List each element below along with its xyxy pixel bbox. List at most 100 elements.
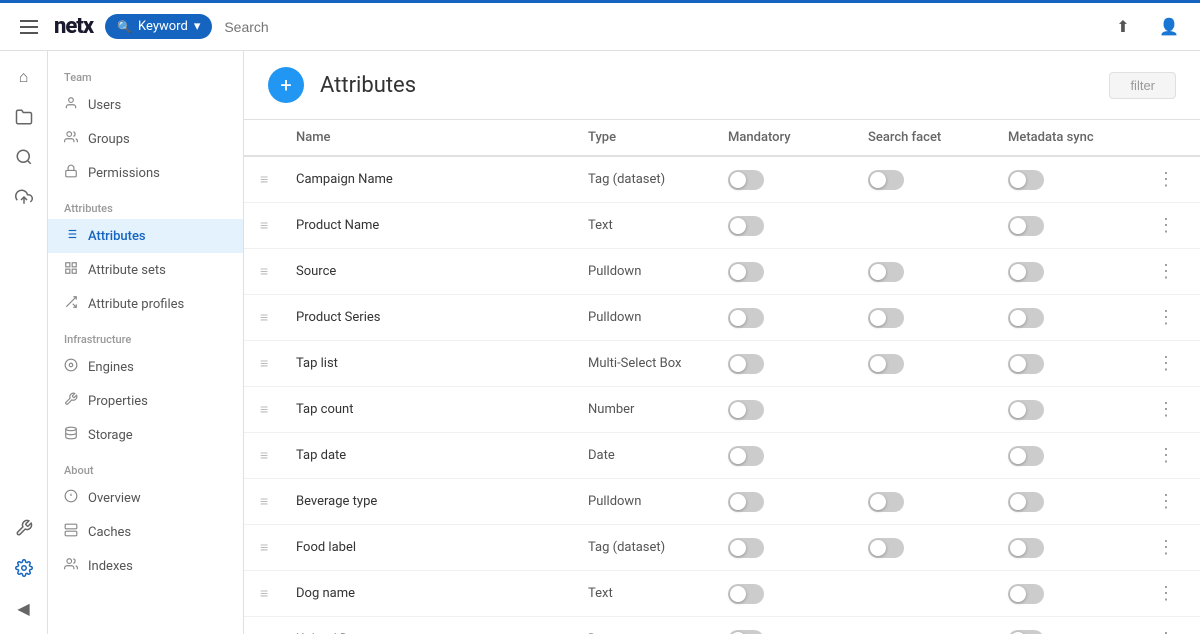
nav-item-indexes[interactable]: Indexes: [48, 549, 243, 583]
drag-handle[interactable]: ≡: [260, 539, 296, 556]
sidebar-tools[interactable]: [6, 510, 42, 546]
sidebar-search[interactable]: [6, 139, 42, 175]
metadata-sync-cell: [1008, 584, 1148, 604]
metadata-sync-toggle-3[interactable]: [1008, 308, 1044, 328]
metadata-sync-toggle-2[interactable]: [1008, 262, 1044, 282]
drag-handle[interactable]: ≡: [260, 263, 296, 280]
add-attribute-button[interactable]: +: [268, 67, 304, 103]
nav-attributes-label: Attributes: [88, 229, 146, 244]
mandatory-toggle-6[interactable]: [728, 446, 764, 466]
attribute-profiles-icon: [64, 295, 78, 313]
drag-handle[interactable]: ≡: [260, 217, 296, 234]
nav-item-permissions[interactable]: Permissions: [48, 156, 243, 190]
row-name: Food label: [296, 540, 588, 555]
drag-handle[interactable]: ≡: [260, 585, 296, 602]
nav-item-engines[interactable]: Engines: [48, 350, 243, 384]
metadata-sync-cell: [1008, 262, 1148, 282]
col-name: Name: [296, 130, 588, 145]
mandatory-toggle-3[interactable]: [728, 308, 764, 328]
row-more-button[interactable]: ⋮: [1148, 583, 1184, 604]
row-more-button[interactable]: ⋮: [1148, 629, 1184, 634]
search-type-selector[interactable]: 🔍 Keyword ▾: [105, 14, 212, 39]
metadata-sync-toggle-1[interactable]: [1008, 216, 1044, 236]
row-more-button[interactable]: ⋮: [1148, 215, 1184, 236]
drag-handle[interactable]: ≡: [260, 493, 296, 510]
mandatory-toggle-7[interactable]: [728, 492, 764, 512]
table-row: ≡ Upload Date Date ⋮: [244, 617, 1200, 634]
mandatory-toggle-8[interactable]: [728, 538, 764, 558]
sidebar-folder[interactable]: [6, 99, 42, 135]
drag-handle[interactable]: ≡: [260, 355, 296, 372]
search-facet-toggle-7[interactable]: [868, 492, 904, 512]
mandatory-toggle-10[interactable]: [728, 630, 764, 634]
drag-handle[interactable]: ≡: [260, 447, 296, 464]
hamburger-menu[interactable]: [16, 16, 42, 38]
row-more-button[interactable]: ⋮: [1148, 169, 1184, 190]
properties-icon: [64, 392, 78, 410]
metadata-sync-cell: [1008, 308, 1148, 328]
row-type: Pulldown: [588, 310, 728, 325]
table-row: ≡ Product Name Text ⋮: [244, 203, 1200, 249]
row-more-button[interactable]: ⋮: [1148, 491, 1184, 512]
drag-handle[interactable]: ≡: [260, 171, 296, 188]
row-more-button[interactable]: ⋮: [1148, 537, 1184, 558]
nav-attribute-profiles-label: Attribute profiles: [88, 297, 184, 312]
drag-handle[interactable]: ≡: [260, 309, 296, 326]
search-facet-toggle-8[interactable]: [868, 538, 904, 558]
row-name: Source: [296, 264, 588, 279]
row-more-button[interactable]: ⋮: [1148, 307, 1184, 328]
search-facet-cell: [868, 354, 1008, 374]
mandatory-toggle-4[interactable]: [728, 354, 764, 374]
search-facet-cell: [868, 492, 1008, 512]
sidebar-upload[interactable]: [6, 179, 42, 215]
nav-item-attributes[interactable]: Attributes: [48, 219, 243, 253]
metadata-sync-toggle-7[interactable]: [1008, 492, 1044, 512]
metadata-sync-toggle-8[interactable]: [1008, 538, 1044, 558]
nav-item-caches[interactable]: Caches: [48, 515, 243, 549]
sidebar-settings[interactable]: [6, 550, 42, 586]
nav-item-overview[interactable]: Overview: [48, 481, 243, 515]
mandatory-cell: [728, 492, 868, 512]
upload-icon[interactable]: ⬆: [1108, 12, 1138, 42]
search-facet-toggle-0[interactable]: [868, 170, 904, 190]
metadata-sync-toggle-6[interactable]: [1008, 446, 1044, 466]
mandatory-toggle-1[interactable]: [728, 216, 764, 236]
mandatory-toggle-0[interactable]: [728, 170, 764, 190]
row-more-button[interactable]: ⋮: [1148, 445, 1184, 466]
mandatory-toggle-2[interactable]: [728, 262, 764, 282]
metadata-sync-toggle-4[interactable]: [1008, 354, 1044, 374]
row-more-button[interactable]: ⋮: [1148, 399, 1184, 420]
search-facet-toggle-3[interactable]: [868, 308, 904, 328]
metadata-sync-toggle-5[interactable]: [1008, 400, 1044, 420]
mandatory-cell: [728, 538, 868, 558]
row-more-button[interactable]: ⋮: [1148, 353, 1184, 374]
user-icon[interactable]: 👤: [1154, 12, 1184, 42]
row-more-button[interactable]: ⋮: [1148, 261, 1184, 282]
sidebar-home[interactable]: ⌂: [6, 59, 42, 95]
search-input[interactable]: [224, 19, 424, 35]
nav-sidebar: Team Users Groups Permissions Attributes…: [48, 51, 244, 634]
filter-button[interactable]: filter: [1109, 72, 1176, 99]
nav-attribute-sets-label: Attribute sets: [88, 263, 166, 278]
metadata-sync-toggle-0[interactable]: [1008, 170, 1044, 190]
metadata-sync-toggle-9[interactable]: [1008, 584, 1044, 604]
nav-item-storage[interactable]: Storage: [48, 418, 243, 452]
nav-item-properties[interactable]: Properties: [48, 384, 243, 418]
overview-icon: [64, 489, 78, 507]
nav-item-users[interactable]: Users: [48, 88, 243, 122]
drag-handle[interactable]: ≡: [260, 401, 296, 418]
mandatory-toggle-9[interactable]: [728, 584, 764, 604]
metadata-sync-cell: [1008, 354, 1148, 374]
search-facet-cell: [868, 308, 1008, 328]
nav-item-groups[interactable]: Groups: [48, 122, 243, 156]
nav-item-attribute-profiles[interactable]: Attribute profiles: [48, 287, 243, 321]
search-facet-toggle-2[interactable]: [868, 262, 904, 282]
row-type: Text: [588, 586, 728, 601]
metadata-sync-toggle-10[interactable]: [1008, 630, 1044, 634]
topbar-left: netx 🔍 Keyword ▾: [16, 14, 1096, 39]
mandatory-toggle-5[interactable]: [728, 400, 764, 420]
nav-item-attribute-sets[interactable]: Attribute sets: [48, 253, 243, 287]
search-facet-toggle-4[interactable]: [868, 354, 904, 374]
attribute-sets-icon: [64, 261, 78, 279]
sidebar-collapse[interactable]: ◀: [6, 590, 42, 626]
